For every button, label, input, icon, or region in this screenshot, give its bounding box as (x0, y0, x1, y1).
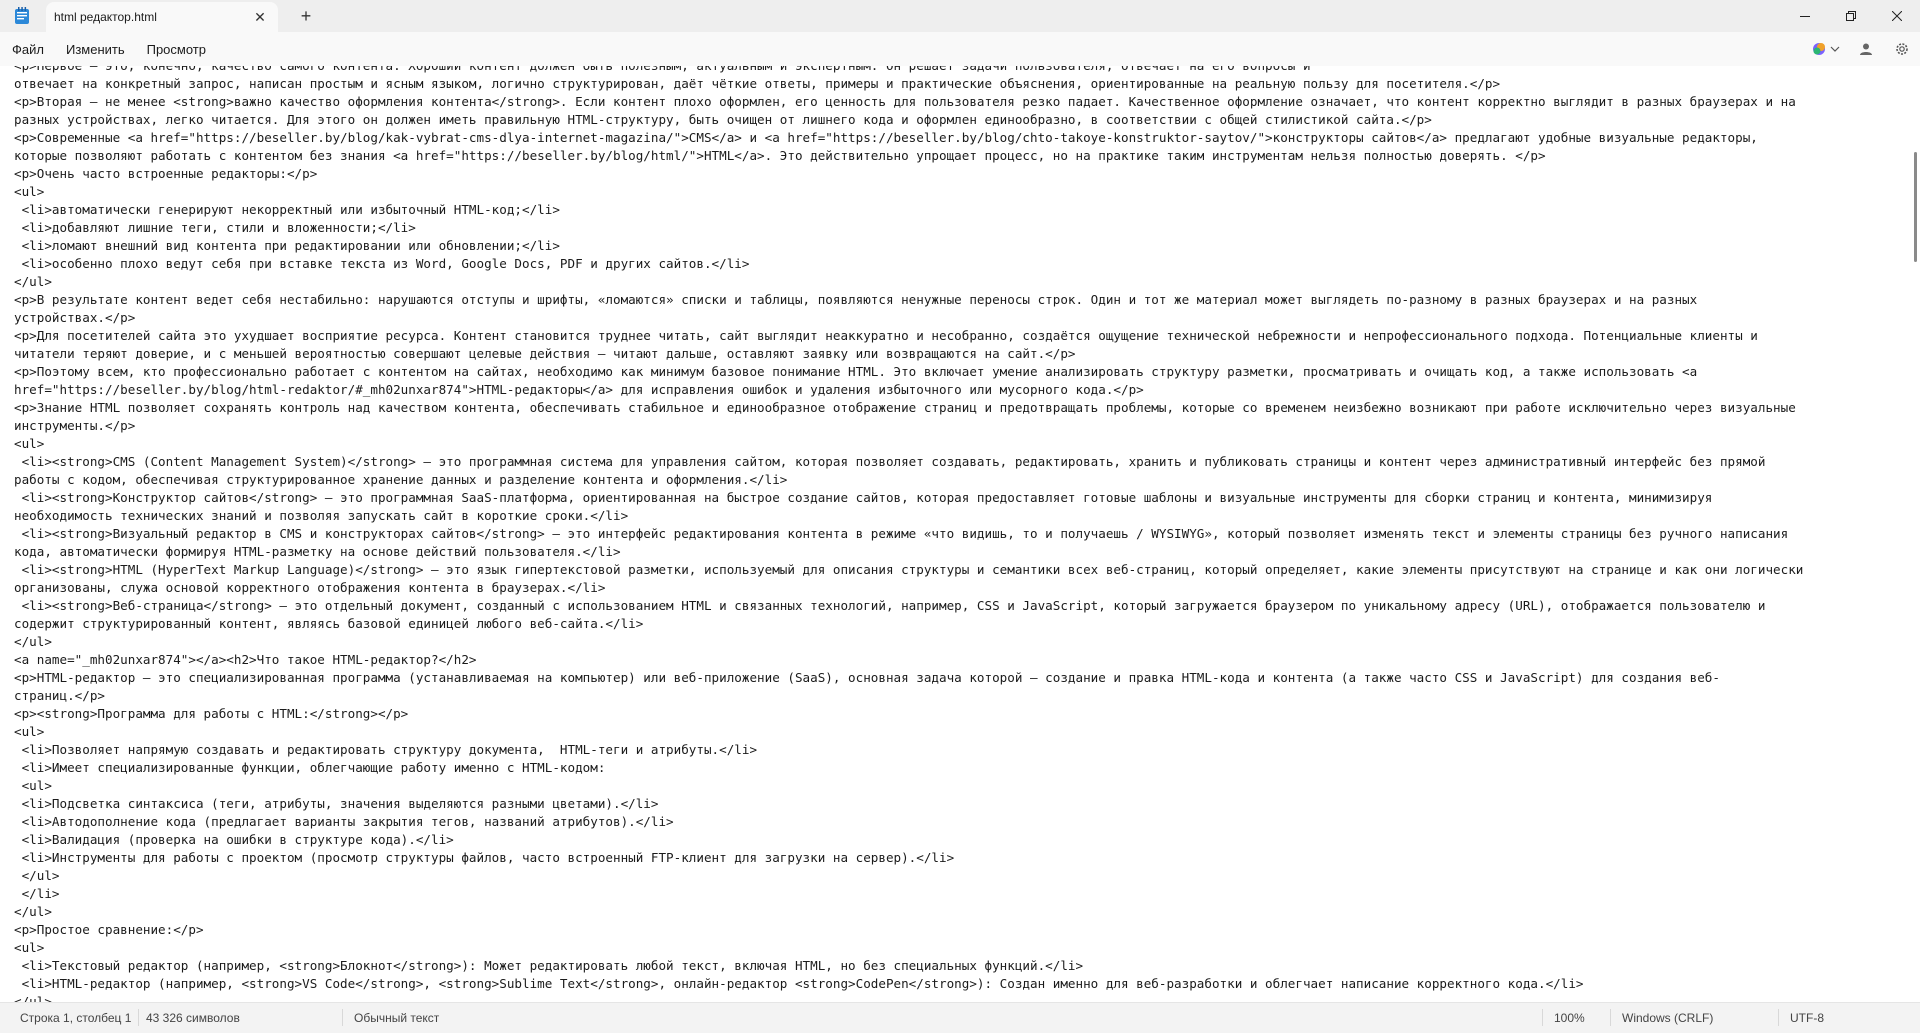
account-icon (1860, 43, 1872, 55)
character-count: 43 326 символов (146, 1011, 240, 1025)
editor-line[interactable]: читатели теряют доверие, и с меньшей вер… (14, 345, 1904, 363)
zoom-level[interactable]: 100% (1554, 1003, 1585, 1033)
editor-line[interactable]: </li> (14, 885, 1904, 903)
editor-line[interactable]: </ul> (14, 867, 1904, 885)
editor-line[interactable]: <li>Подсветка синтаксиса (теги, атрибуты… (14, 795, 1904, 813)
text-format: Обычный текст (354, 1011, 440, 1025)
menu-right-tools (1804, 32, 1920, 66)
editor-line[interactable]: <p><strong>Программа для работы с HTML:<… (14, 705, 1904, 723)
scrollbar-thumb[interactable] (1914, 152, 1917, 262)
editor-line[interactable]: <p>HTML-редактор — это специализированна… (14, 669, 1904, 687)
text-editor-area[interactable]: <p>Первое — это, конечно, качество самог… (0, 66, 1920, 1002)
editor-line[interactable]: </ul> (14, 633, 1904, 651)
editor-line[interactable]: <li><strong>Конструктор сайтов</strong> … (14, 489, 1904, 507)
minimize-icon (1800, 16, 1810, 17)
editor-line[interactable]: <li>Автодополнение кода (предлагает вари… (14, 813, 1904, 831)
editor-line[interactable]: работы с кодом, обеспечивая структуриров… (14, 471, 1904, 489)
close-icon (1892, 11, 1902, 21)
status-separator (138, 1009, 139, 1026)
editor-line[interactable]: <li>Валидация (проверка на ошибки в стру… (14, 831, 1904, 849)
editor-line[interactable]: </ul> (14, 273, 1904, 291)
settings-button[interactable] (1884, 34, 1920, 64)
editor-line[interactable]: <li>ломают внешний вид контента при реда… (14, 237, 1904, 255)
window-controls (1782, 0, 1920, 32)
editor-line[interactable]: <li><strong>HTML (HyperText Markup Langu… (14, 561, 1904, 579)
restore-button[interactable] (1828, 0, 1874, 32)
tab-title: html редактор.html (54, 10, 157, 24)
status-separator (1778, 1009, 1779, 1026)
editor-line[interactable]: страниц.</p> (14, 687, 1904, 705)
menu-edit[interactable]: Изменить (56, 36, 135, 63)
status-bar: Строка 1, столбец 1 43 326 символов Обыч… (0, 1002, 1920, 1032)
new-tab-button[interactable]: + (290, 2, 322, 30)
status-separator (1542, 1009, 1543, 1026)
editor-line[interactable]: <p>Поэтому всем, кто профессионально раб… (14, 363, 1904, 381)
editor-line[interactable]: которые позволяют работать с контентом б… (14, 147, 1904, 165)
editor-line[interactable]: <li>автоматически генерируют некорректны… (14, 201, 1904, 219)
editor-line[interactable]: <p>Очень часто встроенные редакторы:</p> (14, 165, 1904, 183)
editor-line[interactable]: <a name="_mh02unxar874"></a><h2>Что тако… (14, 651, 1904, 669)
close-window-button[interactable] (1874, 0, 1920, 32)
editor-line[interactable]: <ul> (14, 777, 1904, 795)
menu-bar: Файл Изменить Просмотр (0, 32, 1920, 66)
editor-line[interactable]: <p>Простое сравнение:</p> (14, 921, 1904, 939)
line-ending[interactable]: Windows (CRLF) (1622, 1003, 1713, 1033)
editor-line[interactable]: <p>Для посетителей сайта это ухудшает во… (14, 327, 1904, 345)
editor-line[interactable]: href="https://beseller.by/blog/html-reda… (14, 381, 1904, 399)
editor-line[interactable]: <p>Современные <a href="https://beseller… (14, 129, 1904, 147)
editor-line[interactable]: <ul> (14, 723, 1904, 741)
document-tab[interactable]: html редактор.html ✕ (46, 2, 278, 32)
editor-line[interactable]: <ul> (14, 939, 1904, 957)
editor-line[interactable]: содержит структурированный контент, явля… (14, 615, 1904, 633)
editor-line[interactable]: <p>Знание HTML позволяет сохранять контр… (14, 399, 1904, 417)
title-bar: html редактор.html ✕ + (0, 0, 1920, 32)
editor-line[interactable]: кода, автоматически формируя HTML-размет… (14, 543, 1904, 561)
editor-line[interactable]: необходимость технических знаний и позво… (14, 507, 1904, 525)
menu-file[interactable]: Файл (2, 36, 54, 63)
editor-line[interactable]: <li>Имеет специализированные функции, об… (14, 759, 1904, 777)
encoding[interactable]: UTF-8 (1790, 1003, 1824, 1033)
editor-line[interactable]: <p>Вторая — не менее <strong>важно качес… (14, 93, 1904, 111)
account-button[interactable] (1848, 34, 1884, 64)
copilot-icon (1813, 43, 1840, 55)
editor-line[interactable]: разных устройствах, легко читается. Для … (14, 111, 1904, 129)
notepad-app-icon (15, 7, 29, 24)
editor-line[interactable]: <li>HTML-редактор (например, <strong>VS … (14, 975, 1904, 993)
menu-view[interactable]: Просмотр (137, 36, 216, 63)
editor-line[interactable]: </ul> (14, 993, 1904, 1002)
minimize-button[interactable] (1782, 0, 1828, 32)
editor-line[interactable]: <p>Первое — это, конечно, качество самог… (14, 66, 1904, 75)
editor-line[interactable]: <li>добавляют лишние теги, стили и вложе… (14, 219, 1904, 237)
gear-icon (1896, 43, 1908, 55)
restore-icon (1846, 11, 1856, 21)
editor-line[interactable]: <ul> (14, 183, 1904, 201)
vertical-scrollbar[interactable] (1910, 66, 1920, 1002)
editor-line[interactable]: отвечает на конкретный запрос, написан п… (14, 75, 1904, 93)
editor-line[interactable]: <li>Инструменты для работы с проектом (п… (14, 849, 1904, 867)
cursor-position: Строка 1, столбец 1 (20, 1011, 132, 1025)
editor-line[interactable]: <li><strong>Визуальный редактор в CMS и … (14, 525, 1904, 543)
editor-line[interactable]: <li>особенно плохо ведут себя при вставк… (14, 255, 1904, 273)
editor-line[interactable]: организованы, служа основой корректного … (14, 579, 1904, 597)
editor-line[interactable]: устройствах.</p> (14, 309, 1904, 327)
editor-line[interactable]: <li>Позволяет напрямую создавать и редак… (14, 741, 1904, 759)
editor-line[interactable]: <p>В результате контент ведет себя неста… (14, 291, 1904, 309)
editor-line[interactable]: инструменты.</p> (14, 417, 1904, 435)
status-separator (342, 1009, 343, 1026)
status-separator (1610, 1009, 1611, 1026)
close-tab-icon[interactable]: ✕ (246, 3, 274, 31)
editor-line[interactable]: <li>Текстовый редактор (например, <stron… (14, 957, 1904, 975)
editor-line[interactable]: <li><strong>CMS (Content Management Syst… (14, 453, 1904, 471)
editor-text[interactable]: <p>Первое — это, конечно, качество самог… (14, 66, 1904, 1002)
editor-line[interactable]: <li><strong>Веб-страница</strong> — это … (14, 597, 1904, 615)
copilot-button[interactable] (1804, 34, 1848, 64)
editor-line[interactable]: <ul> (14, 435, 1904, 453)
editor-line[interactable]: </ul> (14, 903, 1904, 921)
